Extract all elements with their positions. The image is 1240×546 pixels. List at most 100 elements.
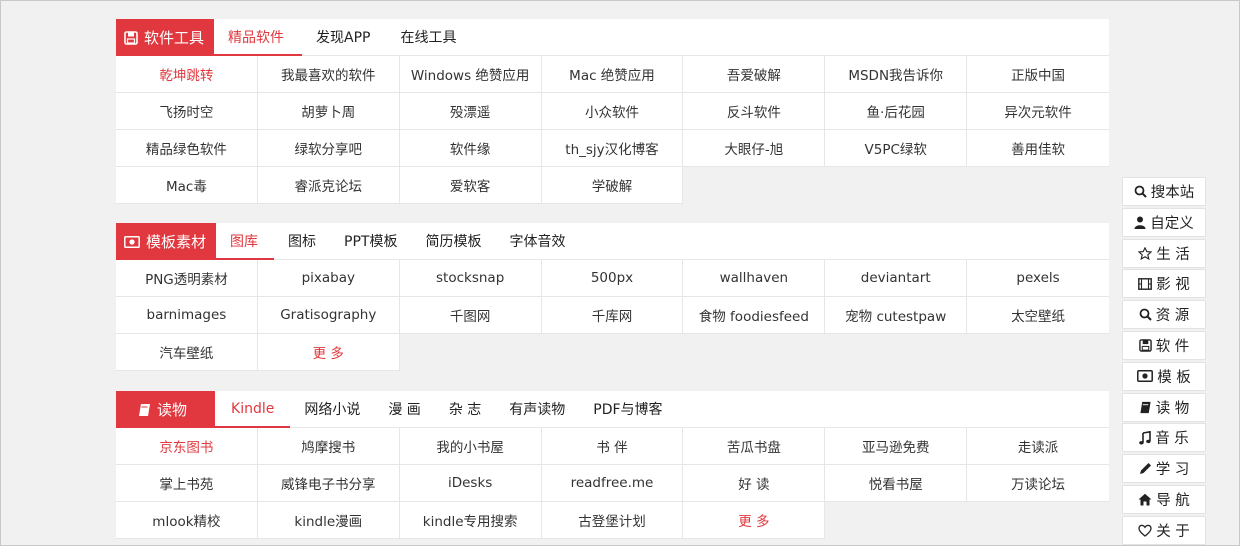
link-cell[interactable]: 亚马逊免费 xyxy=(825,428,968,465)
link-cell[interactable]: 威锋电子书分享 xyxy=(257,465,400,502)
link-cell[interactable]: deviantart xyxy=(825,260,968,297)
link-cell[interactable]: th_sjy汉化博客 xyxy=(541,130,684,167)
link-cell[interactable]: 小众软件 xyxy=(541,93,684,130)
pencil-icon xyxy=(1139,462,1152,475)
more-link[interactable]: 更 多 xyxy=(257,334,400,371)
link-cell[interactable]: 学破解 xyxy=(541,167,684,204)
tab-kindle[interactable]: Kindle xyxy=(215,391,291,428)
link-cell[interactable]: 走读派 xyxy=(967,428,1109,465)
nav-navigation[interactable]: 导 航 xyxy=(1122,484,1206,514)
link-cell[interactable]: 古登堡计划 xyxy=(541,502,684,539)
link-cell[interactable]: 爱软客 xyxy=(399,167,542,204)
link-cell[interactable]: 悦看书屋 xyxy=(825,465,968,502)
link-cell[interactable]: 太空壁纸 xyxy=(967,297,1109,334)
nav-label: 学 习 xyxy=(1155,462,1190,479)
link-cell[interactable]: 精品绿色软件 xyxy=(116,130,258,167)
link-cell[interactable]: Mac 绝赞应用 xyxy=(541,56,684,93)
link-cell[interactable]: 好 读 xyxy=(683,465,826,502)
link-cell[interactable]: 正版中国 xyxy=(967,56,1109,93)
empty-cell xyxy=(683,334,826,371)
tab-discover-app[interactable]: 发现APP xyxy=(302,19,384,55)
nav-resources[interactable]: 资 源 xyxy=(1122,300,1206,330)
section-reading: 读物 Kindle 网络小说 漫 画 杂 志 有声读物 PDF与博客 京东图书 … xyxy=(116,391,1109,539)
tab-web-novels[interactable]: 网络小说 xyxy=(290,391,374,427)
tab-magazines[interactable]: 杂 志 xyxy=(435,391,495,427)
empty-cell xyxy=(825,502,968,539)
link-cell[interactable]: stocksnap xyxy=(399,260,542,297)
tab-jingpin-software[interactable]: 精品软件 xyxy=(214,19,303,56)
link-cell[interactable]: 鸠摩搜书 xyxy=(257,428,400,465)
link-cell[interactable]: wallhaven xyxy=(683,260,826,297)
tab-comics[interactable]: 漫 画 xyxy=(374,391,434,427)
tab-gallery[interactable]: 图库 xyxy=(216,223,275,260)
nav-software[interactable]: 软 件 xyxy=(1122,330,1206,360)
link-cell[interactable]: kindle漫画 xyxy=(257,502,400,539)
link-cell[interactable]: mlook精校 xyxy=(116,502,258,539)
link-cell[interactable]: 万读论坛 xyxy=(967,465,1109,502)
link-cell[interactable]: PNG透明素材 xyxy=(116,260,258,297)
link-cell[interactable]: 千库网 xyxy=(541,297,684,334)
link-cell[interactable]: 殁漂遥 xyxy=(399,93,542,130)
link-cell[interactable]: 宠物 cutestpaw xyxy=(825,297,968,334)
nav-search-site[interactable]: 搜本站 xyxy=(1122,177,1206,206)
link-cell[interactable]: 软件缘 xyxy=(399,130,542,167)
nav-music[interactable]: 音 乐 xyxy=(1122,423,1206,453)
link-cell[interactable]: 汽车壁纸 xyxy=(116,334,258,371)
link-cell[interactable]: kindle专用搜索 xyxy=(399,502,542,539)
section-title-label: 软件工具 xyxy=(144,29,205,47)
tab-fonts-sounds[interactable]: 字体音效 xyxy=(495,223,579,259)
link-cell[interactable]: 睿派克论坛 xyxy=(257,167,400,204)
section-title-label: 模板素材 xyxy=(146,233,207,251)
link-cell[interactable]: Mac毒 xyxy=(116,167,258,204)
tab-audiobooks[interactable]: 有声读物 xyxy=(495,391,579,427)
link-cell[interactable]: 大眼仔-旭 xyxy=(683,130,826,167)
link-cell[interactable]: 500px xyxy=(541,260,684,297)
link-cell[interactable]: 胡萝卜周 xyxy=(257,93,400,130)
book-icon xyxy=(1139,401,1152,414)
tab-online-tools[interactable]: 在线工具 xyxy=(384,19,470,55)
link-cell[interactable]: 食物 foodiesfeed xyxy=(683,297,826,334)
link-cell[interactable]: 掌上书苑 xyxy=(116,465,258,502)
link-cell[interactable]: 异次元软件 xyxy=(967,93,1109,130)
link-cell[interactable]: iDesks xyxy=(399,465,542,502)
link-cell[interactable]: 吾爱破解 xyxy=(683,56,826,93)
nav-life[interactable]: 生 活 xyxy=(1122,238,1206,268)
link-cell[interactable]: barnimages xyxy=(116,297,258,334)
nav-learning[interactable]: 学 习 xyxy=(1122,454,1206,484)
link-cell[interactable]: 反斗软件 xyxy=(683,93,826,130)
link-cell[interactable]: 鱼·后花园 xyxy=(825,93,968,130)
link-cell[interactable]: Windows 绝赞应用 xyxy=(399,56,542,93)
home-icon xyxy=(1138,493,1152,506)
link-cell[interactable]: 苦瓜书盘 xyxy=(683,428,826,465)
link-cell[interactable]: 京东图书 xyxy=(116,428,258,465)
nav-reading[interactable]: 读 物 xyxy=(1122,392,1206,422)
link-cell[interactable]: 善用佳软 xyxy=(967,130,1109,167)
link-cell[interactable]: pexels xyxy=(967,260,1109,297)
section-title-reading: 读物 xyxy=(116,391,216,428)
user-icon xyxy=(1134,216,1146,229)
tab-resume-templates[interactable]: 简历模板 xyxy=(411,223,495,259)
nav-templates[interactable]: 模 板 xyxy=(1122,361,1206,391)
nav-about[interactable]: 关 于 xyxy=(1122,515,1206,545)
link-cell[interactable]: 绿软分享吧 xyxy=(257,130,400,167)
empty-cell xyxy=(967,334,1109,371)
link-cell[interactable]: 我最喜欢的软件 xyxy=(257,56,400,93)
floppy-disk-icon xyxy=(1138,339,1152,352)
link-cell[interactable]: readfree.me xyxy=(541,465,684,502)
more-link[interactable]: 更 多 xyxy=(683,502,826,539)
link-cell[interactable]: V5PC绿软 xyxy=(825,130,968,167)
link-cell[interactable]: 飞扬时空 xyxy=(116,93,258,130)
tab-icons[interactable]: 图标 xyxy=(274,223,330,259)
link-cell[interactable]: 书 伴 xyxy=(541,428,684,465)
tab-ppt-templates[interactable]: PPT模板 xyxy=(330,223,411,259)
tab-pdf-blogs[interactable]: PDF与博客 xyxy=(579,391,676,427)
link-cell[interactable]: 我的小书屋 xyxy=(399,428,542,465)
link-cell[interactable]: 千图网 xyxy=(399,297,542,334)
nav-movies[interactable]: 影 视 xyxy=(1122,269,1206,299)
link-cell[interactable]: MSDN我告诉你 xyxy=(825,56,968,93)
nav-label: 音 乐 xyxy=(1155,431,1189,448)
link-cell[interactable]: 乾坤跳转 xyxy=(116,56,258,93)
link-cell[interactable]: Gratisography xyxy=(257,297,400,334)
nav-custom[interactable]: 自定义 xyxy=(1122,207,1206,237)
link-cell[interactable]: pixabay xyxy=(257,260,400,297)
